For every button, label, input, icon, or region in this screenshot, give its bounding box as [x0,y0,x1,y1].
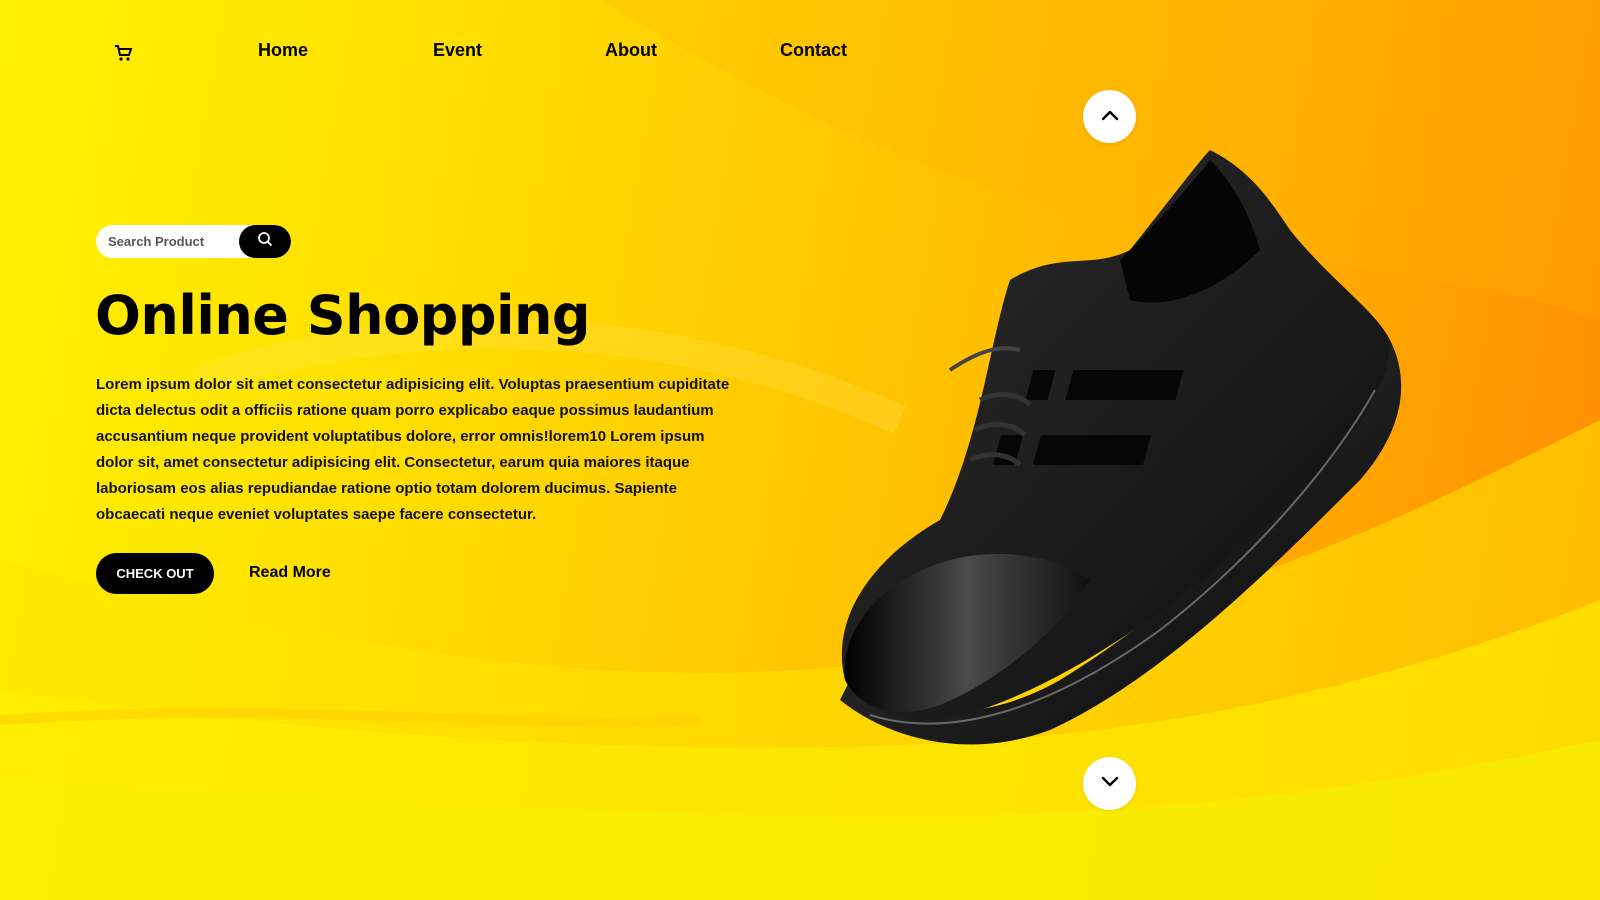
search-input[interactable] [96,225,241,258]
nav-link-event[interactable]: Event [433,40,482,61]
top-navigation: Home Event About Contact [0,0,900,100]
carousel-up-button[interactable] [1083,90,1136,143]
nav-link-home[interactable]: Home [258,40,308,61]
chevron-up-icon [1100,108,1120,126]
nav-link-contact[interactable]: Contact [780,40,847,61]
carousel-down-button[interactable] [1083,757,1136,810]
search-icon [257,231,273,252]
nav-link-about[interactable]: About [605,40,657,61]
hero-description: Lorem ipsum dolor sit amet consectetur a… [96,376,730,523]
cart-icon[interactable] [114,44,134,62]
search-button[interactable] [239,225,291,258]
checkout-button[interactable]: CHECK OUT [96,553,214,594]
hero-title: Online Shopping [95,284,591,347]
search-bar [96,225,291,258]
product-shoe-image [840,150,1402,745]
chevron-down-icon [1100,775,1120,793]
read-more-link[interactable]: Read More [249,564,331,582]
